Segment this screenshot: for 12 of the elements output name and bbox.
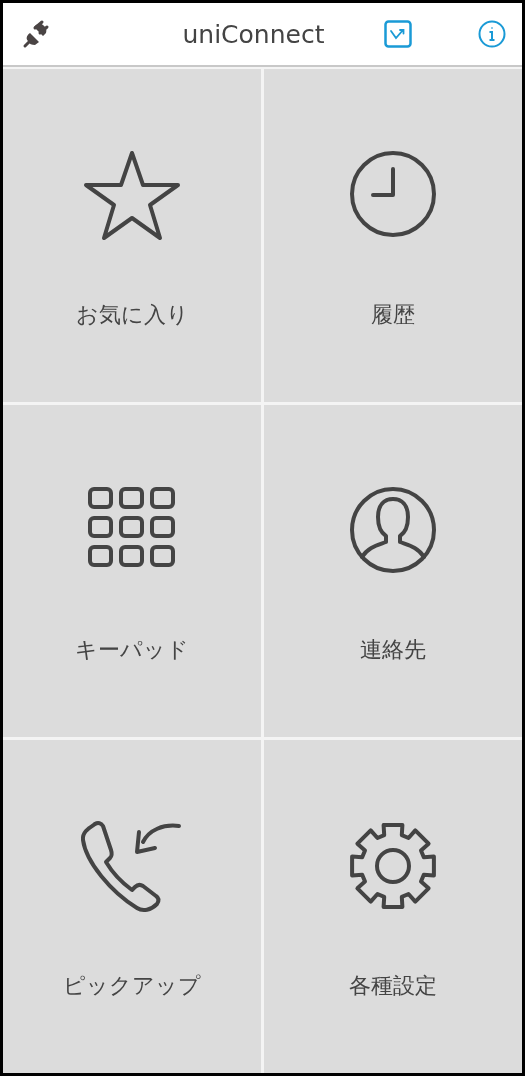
chart-icon[interactable] — [384, 20, 412, 48]
menu-tile[interactable]: キーパッド — [3, 404, 261, 738]
clock-icon — [348, 149, 438, 239]
star-icon — [82, 149, 182, 243]
menu-tile[interactable]: 各種設定 — [264, 740, 522, 1073]
app-title: uniConnect — [181, 19, 326, 49]
menu-tile[interactable]: お気に入り — [3, 69, 261, 402]
menu-tile[interactable]: ピックアップ — [3, 740, 261, 1073]
menu-tile[interactable]: 連絡先 — [264, 404, 522, 738]
info-icon[interactable] — [478, 20, 506, 48]
person-icon — [348, 484, 438, 575]
menu-tile[interactable]: 履歴 — [264, 69, 522, 402]
